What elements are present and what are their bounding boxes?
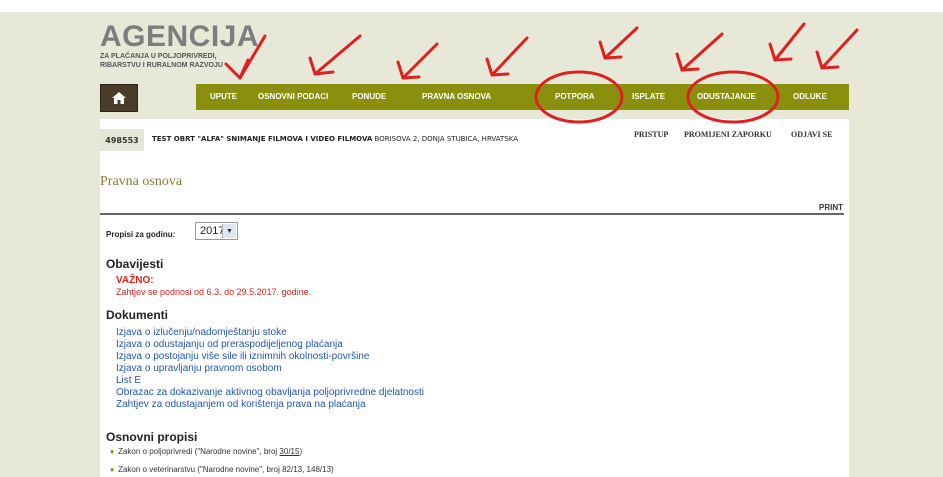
regulation-link[interactable]: 30/15 (279, 447, 299, 456)
logo-subtitle-line1: ZA PLAĆANJA U POLJOPRIVREDI, (100, 53, 217, 60)
main-content: 498553 TEST OBRT "ALFA" SNIMANJE FILMOVA… (100, 119, 849, 477)
logo-subtitle-line2: RIBARSTVU I RURALNOM RAZVOJU (100, 62, 223, 69)
nav-odustajanje[interactable]: ODUSTAJANJE (697, 84, 756, 110)
document-link[interactable]: Izjava o upravljanju pravnom osobom (116, 363, 424, 375)
user-id-badge: 498553 (100, 129, 144, 151)
agency-logo[interactable]: AGENCIJA ZA PLAĆANJA U POLJOPRIVREDI, RI… (100, 22, 259, 70)
bullet-icon: ♦ (110, 465, 115, 474)
logo-title: AGENCIJA (100, 20, 260, 53)
regulation-suffix: ) (299, 447, 303, 456)
document-link[interactable]: Izjava o izlučenju/nadomještanju stoke (116, 327, 424, 339)
notice-important-label: VAŽNO: (116, 275, 154, 286)
document-link[interactable]: Izjava o odustajanju od preraspodijeljen… (116, 339, 424, 351)
page-title: Pravna osnova (100, 174, 183, 189)
link-promijeni-zaporku[interactable]: PROMIJENI ZAPORKU (684, 130, 772, 139)
nav-ponude[interactable]: PONUDE (352, 84, 386, 110)
title-divider (100, 213, 844, 215)
chevron-down-icon[interactable]: ▼ (222, 224, 236, 238)
business-address: BORISOVA 2, DONJA STUBICA, HRVATSKA (374, 135, 518, 143)
nav-isplate[interactable]: ISPLATE (632, 84, 665, 110)
document-link[interactable]: List E (116, 375, 424, 387)
bullet-icon: ♦ (110, 447, 115, 456)
regulation-item: ♦ Zakon o poljoprivredi ("Narodne novine"… (110, 447, 302, 456)
basic-regulations-heading: Osnovni propisi (106, 430, 198, 444)
year-select-value: 2017 (200, 225, 225, 237)
nav-potpora[interactable]: POTPORA (555, 84, 595, 110)
link-pristup[interactable]: PRISTUP (634, 130, 668, 139)
document-link[interactable]: Zahtjev za odustajanjem od korištenja pr… (116, 399, 424, 411)
documents-list: Izjava o izlučenju/nadomještanju stoke I… (116, 327, 424, 411)
link-odjavi-se[interactable]: ODJAVI SE (791, 130, 832, 139)
document-link[interactable]: Izjava o postojanju više sile ili iznimn… (116, 351, 424, 363)
print-link[interactable]: PRINT (819, 203, 843, 212)
home-button[interactable] (100, 84, 138, 112)
year-filter-label: Propisi za godinu: (106, 230, 176, 239)
regulation-item: ♦ Zakon o veterinarstvu ("Narodne novine"… (110, 465, 334, 474)
nav-upute[interactable]: UPUTE (210, 84, 237, 110)
notice-text: Zahtjev se podnosi od 6.3. do 29.5.2017.… (116, 287, 312, 297)
nav-pravna-osnova[interactable]: PRAVNA OSNOVA (422, 84, 491, 110)
business-name: TEST OBRT "ALFA" SNIMANJE FILMOVA I VIDE… (152, 135, 373, 143)
regulation-text: Zakon o poljoprivredi ("Narodne novine",… (118, 447, 280, 456)
year-select[interactable]: 2017 ▼ (195, 222, 238, 240)
business-info: TEST OBRT "ALFA" SNIMANJE FILMOVA I VIDE… (152, 135, 518, 143)
regulation-text: Zakon o veterinarstvu ("Narodne novine",… (118, 465, 334, 474)
nav-odluke[interactable]: ODLUKE (793, 84, 827, 110)
notices-heading: Obavijesti (106, 257, 164, 271)
document-link[interactable]: Obrazac za dokazivanje aktivnog obavljan… (116, 387, 424, 399)
nav-osnovni-podaci[interactable]: OSNOVNI PODACI (258, 84, 328, 110)
main-navigation: UPUTE OSNOVNI PODACI PONUDE PRAVNA OSNOV… (196, 84, 849, 110)
home-icon (112, 92, 126, 104)
documents-heading: Dokumenti (106, 308, 169, 322)
